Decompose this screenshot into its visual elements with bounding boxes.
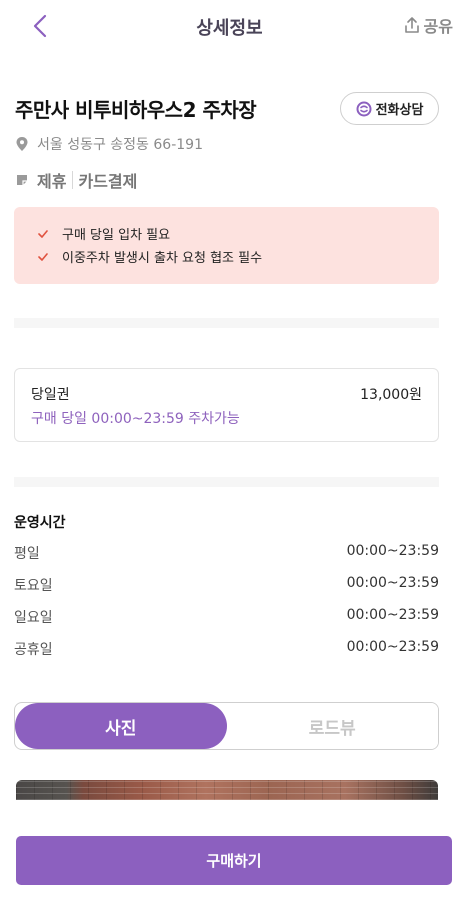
hours-time: 00:00~23:59 [346,543,439,559]
hours-day: 공휴일 [14,642,53,658]
check-icon [38,229,48,238]
call-consult-button[interactable]: 전화상담 [340,92,439,125]
tag-partner: 제휴 [37,172,67,191]
tag-divider [72,171,74,189]
top-bar: 상세정보 공유 [0,0,459,52]
page-title: 상세정보 [196,18,263,39]
address-text: 서울 성동구 송정동 66-191 [37,137,203,153]
section-divider [14,477,439,487]
hours-time: 00:00~23:59 [346,639,439,655]
check-icon [38,252,48,261]
map-pin-icon [16,137,28,151]
notice-item: 이중주차 발생시 출차 요청 협조 필수 [38,245,439,268]
share-label: 공유 [423,17,453,36]
tag-card-payment: 카드결제 [78,172,138,191]
section-divider [14,318,439,328]
hours-title: 운영시간 [14,515,66,531]
address-row: 서울 성동구 송정동 66-191 [15,134,203,154]
tag-icon [17,175,27,185]
parking-lot-name: 주만사 비투비하우스2 주차장 [15,98,257,122]
phone-consult-icon [356,101,372,116]
hours-row: 토요일 00:00~23:59 [14,575,439,607]
hours-day: 일요일 [14,610,53,626]
share-upload-icon [404,17,419,33]
ticket-card[interactable]: 당일권 13,000원 구매 당일 00:00~23:59 주차가능 [14,368,439,442]
ticket-price: 13,000원 [360,387,422,403]
hours-time: 00:00~23:59 [346,575,439,591]
media-tabs: 사진 로드뷰 [14,702,439,750]
hours-row: 일요일 00:00~23:59 [14,607,439,639]
parking-lot-photo[interactable] [16,780,438,800]
photo-texture [16,780,438,800]
tab-photo[interactable]: 사진 [15,703,227,749]
share-button[interactable]: 공유 [402,13,453,37]
operating-hours: 운영시간 평일 00:00~23:59 토요일 00:00~23:59 일요일 … [14,512,439,671]
hours-time: 00:00~23:59 [346,607,439,623]
hours-row: 공휴일 00:00~23:59 [14,639,439,671]
hours-day: 토요일 [14,578,53,594]
ticket-description: 구매 당일 00:00~23:59 주차가능 [31,411,240,427]
tags-row: 제휴 카드결제 [15,168,137,192]
hours-day: 평일 [14,546,40,562]
notice-item: 구매 당일 입차 필요 [38,222,439,245]
tab-roadview[interactable]: 로드뷰 [226,703,438,749]
purchase-button[interactable]: 구매하기 [16,836,452,885]
notice-box: 구매 당일 입차 필요 이중주차 발생시 출차 요청 협조 필수 [14,207,439,284]
notice-text: 구매 당일 입차 필요 [62,228,171,243]
ticket-name: 당일권 [31,387,70,403]
call-consult-label: 전화상담 [375,103,424,118]
hours-row: 평일 00:00~23:59 [14,543,439,575]
notice-text: 이중주차 발생시 출차 요청 협조 필수 [62,251,263,266]
lot-title-row: 주만사 비투비하우스2 주차장 전화상담 [15,92,439,125]
